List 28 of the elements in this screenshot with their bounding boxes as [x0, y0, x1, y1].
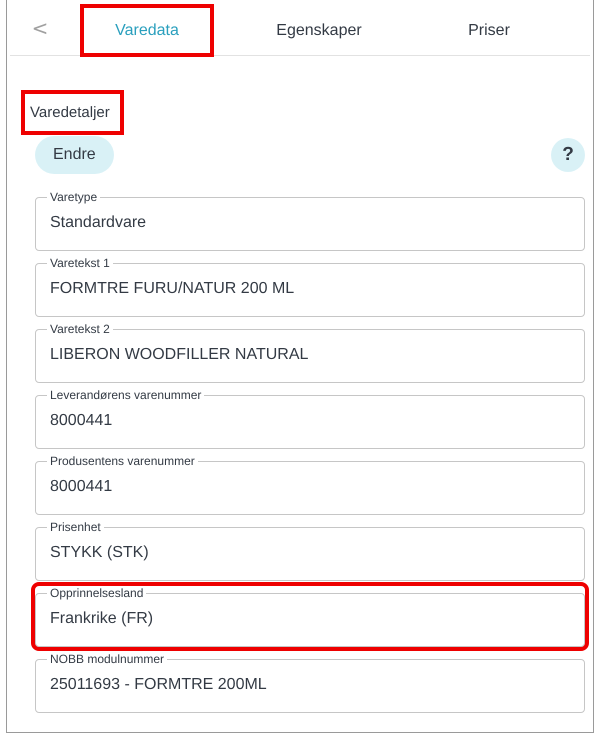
text-field[interactable]: Prisenhet STYKK (STK): [35, 520, 585, 581]
field-value: 8000441: [50, 411, 114, 431]
text-field[interactable]: Leverandørens varenummer 8000441: [35, 388, 585, 449]
field-label: Opprinnelsesland: [49, 586, 144, 600]
field-value: 25011693 - FORMTRE 200ML: [50, 675, 268, 695]
field-value: 8000441: [50, 477, 114, 497]
section-title: Varedetaljer: [23, 92, 122, 133]
field-value: LIBERON WOODFILLER NATURAL: [50, 345, 310, 365]
text-field[interactable]: Produsentens varenummer 8000441: [35, 454, 585, 515]
text-field[interactable]: Varetype Standardvare: [35, 190, 585, 251]
field-value: FORMTRE FURU/NATUR 200 ML: [50, 279, 296, 299]
text-field[interactable]: NOBB modulnummer 25011693 - FORMTRE 200ML: [35, 652, 585, 713]
field-label: Varetekst 2: [49, 322, 111, 336]
field-label: Leverandørens varenummer: [49, 388, 202, 402]
field-label: Prisenhet: [49, 520, 102, 534]
tab[interactable]: Priser: [424, 6, 554, 55]
field-value: Standardvare: [50, 213, 148, 233]
field-value: Frankrike (FR): [50, 609, 154, 629]
field-label: Produsentens varenummer: [49, 454, 196, 468]
help-button[interactable]: ?: [551, 138, 585, 172]
text-field[interactable]: Varetekst 2 LIBERON WOODFILLER NATURAL: [35, 322, 585, 383]
tab[interactable]: Egenskaper: [254, 6, 384, 55]
text-field[interactable]: Varetekst 1 FORMTRE FURU/NATUR 200 ML: [35, 256, 585, 317]
field-label: Varetype: [49, 190, 98, 204]
field-label: NOBB modulnummer: [49, 652, 166, 666]
field-label: Varetekst 1: [49, 256, 111, 270]
field-value: STYKK (STK): [50, 543, 150, 563]
edit-button[interactable]: Endre: [35, 136, 114, 174]
